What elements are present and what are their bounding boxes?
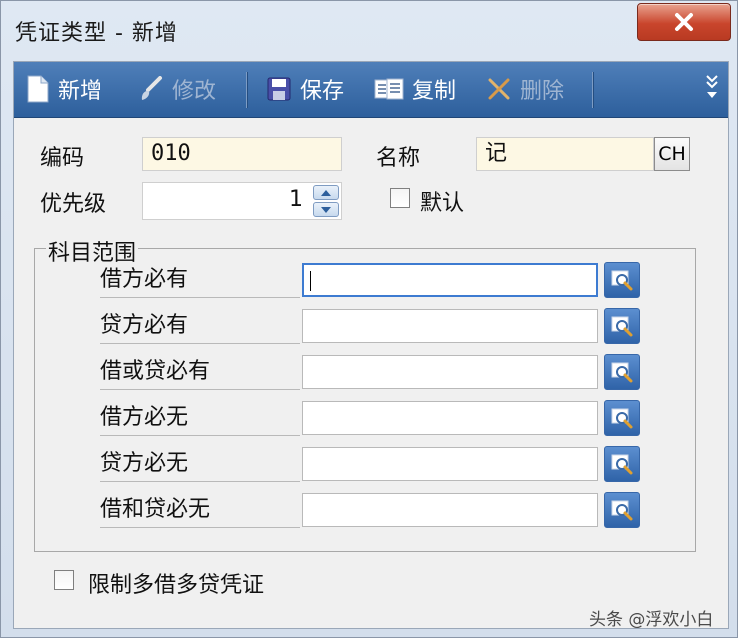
name-label: 名称 xyxy=(376,146,421,171)
save-label: 保存 xyxy=(300,79,345,104)
name-field[interactable]: 记 xyxy=(476,137,654,171)
window-title: 凭证类型 - 新增 xyxy=(15,21,178,46)
credit-required-lookup-button[interactable] xyxy=(604,308,640,344)
limit-multi-entry-checkbox[interactable] xyxy=(54,570,74,590)
text-caret xyxy=(310,271,311,291)
debit-or-credit-required-lookup-button[interactable] xyxy=(604,354,640,390)
credit-excluded-label: 贷方必无 xyxy=(100,449,300,482)
brush-icon xyxy=(141,76,162,100)
priority-label: 优先级 xyxy=(40,192,107,217)
save-button[interactable]: 保存 xyxy=(266,70,344,108)
new-label: 新增 xyxy=(58,79,103,104)
credit-required-input[interactable] xyxy=(302,309,598,343)
delete-button[interactable]: 删除 xyxy=(486,70,564,108)
new-document-icon xyxy=(27,75,49,103)
stepper-buttons xyxy=(313,185,339,217)
copy-button[interactable]: 复制 xyxy=(374,70,456,108)
edit-label: 修改 xyxy=(172,79,217,104)
code-field[interactable]: 010 xyxy=(142,137,342,171)
debit-excluded-lookup-button[interactable] xyxy=(604,400,640,436)
limit-multi-entry-label: 限制多借多贷凭证 xyxy=(88,573,265,598)
toolbar-separator xyxy=(246,72,248,108)
lookup-search-icon xyxy=(611,270,633,291)
debit-required-label: 借方必有 xyxy=(100,265,300,298)
toolbar-overflow-button[interactable] xyxy=(704,72,720,102)
close-icon xyxy=(675,13,693,31)
lookup-search-icon xyxy=(611,362,633,383)
lookup-search-icon xyxy=(611,316,633,337)
debit-and-credit-excluded-input[interactable] xyxy=(302,493,598,527)
lookup-search-icon xyxy=(611,500,633,521)
priority-stepper[interactable]: 1 xyxy=(142,182,342,220)
edit-button[interactable]: 修改 xyxy=(138,70,216,108)
increment-button[interactable] xyxy=(313,185,339,200)
voucher-type-dialog: 凭证类型 - 新增 新增 修改 保存 复制 删除 编码 010 名称 记 CH … xyxy=(0,0,738,638)
lookup-search-icon xyxy=(611,408,633,429)
toolbar-separator xyxy=(592,72,594,108)
title-bar[interactable]: 凭证类型 - 新增 xyxy=(1,1,737,57)
copy-label: 复制 xyxy=(412,79,457,104)
debit-and-credit-excluded-lookup-button[interactable] xyxy=(604,492,640,528)
code-label: 编码 xyxy=(40,146,85,171)
default-checkbox[interactable] xyxy=(390,188,410,208)
debit-required-lookup-button[interactable] xyxy=(604,262,640,298)
watermark: 头条 @浮欢小白 xyxy=(589,610,714,630)
credit-excluded-lookup-button[interactable] xyxy=(604,446,640,482)
subject-range-title: 科目范围 xyxy=(46,235,139,267)
new-button[interactable]: 新增 xyxy=(26,70,102,108)
debit-or-credit-required-input[interactable] xyxy=(302,355,598,389)
debit-excluded-label: 借方必无 xyxy=(100,403,300,436)
debit-or-credit-required-label: 借或贷必有 xyxy=(100,357,300,390)
credit-excluded-input[interactable] xyxy=(302,447,598,481)
credit-required-label: 贷方必有 xyxy=(100,311,300,344)
priority-value: 1 xyxy=(289,187,303,212)
debit-and-credit-excluded-label: 借和贷必无 xyxy=(100,495,300,528)
arrow-down-icon xyxy=(321,206,331,213)
default-label: 默认 xyxy=(420,191,465,216)
debit-excluded-input[interactable] xyxy=(302,401,598,435)
dialog-body: 新增 修改 保存 复制 删除 编码 010 名称 记 CH 优先级 1 默认 科… xyxy=(13,61,729,629)
copy-icon xyxy=(374,78,404,100)
decrement-button[interactable] xyxy=(313,202,339,217)
debit-required-input[interactable] xyxy=(302,263,598,297)
toolbar: 新增 修改 保存 复制 删除 xyxy=(14,62,728,118)
lookup-search-icon xyxy=(611,454,633,475)
delete-x-icon xyxy=(488,78,510,100)
language-button[interactable]: CH xyxy=(654,137,690,171)
save-disk-icon xyxy=(267,77,291,101)
close-button[interactable] xyxy=(637,3,731,41)
delete-label: 删除 xyxy=(520,79,565,104)
chevron-double-down-icon xyxy=(706,75,718,98)
arrow-up-icon xyxy=(321,189,331,196)
